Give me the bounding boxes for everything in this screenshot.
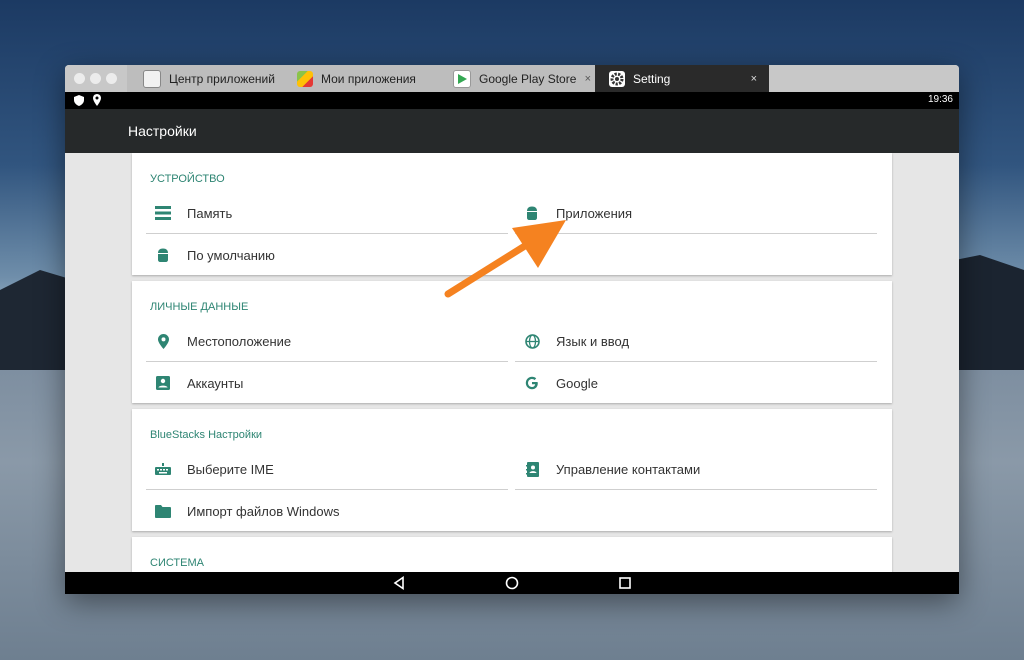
- settings-item-language[interactable]: Язык и ввод: [515, 320, 877, 362]
- app-bar: Настройки: [65, 109, 959, 153]
- item-label: Язык и ввод: [556, 333, 630, 349]
- tab-label: Мои приложения: [321, 71, 416, 86]
- section-header: УСТРОЙСТВО: [150, 173, 225, 185]
- bluestacks-icon: [297, 70, 313, 87]
- android-nav-bar: [65, 572, 959, 594]
- tab-label: Setting: [633, 71, 671, 86]
- section-header: ЛИЧНЫЕ ДАННЫЕ: [150, 301, 249, 313]
- storage-icon: [154, 204, 172, 222]
- bluestacks-window: Центр приложений Мои приложения Google P…: [65, 65, 959, 594]
- section-system: СИСТЕМА: [132, 537, 892, 572]
- settings-item-ime[interactable]: Выберите IME: [146, 448, 508, 490]
- divider: [515, 489, 877, 490]
- location-pin-icon: [154, 332, 172, 350]
- back-icon[interactable]: [392, 576, 406, 590]
- globe-icon: [523, 332, 541, 350]
- play-store-icon: [453, 69, 471, 88]
- tab-label: Центр приложений: [169, 71, 275, 86]
- item-label: Google: [556, 375, 598, 391]
- page-title: Настройки: [128, 123, 197, 139]
- item-label: Память: [187, 205, 233, 221]
- item-label: Импорт файлов Windows: [187, 503, 340, 519]
- android-icon: [154, 246, 172, 264]
- contacts-icon: [523, 460, 541, 478]
- item-label: Местоположение: [187, 333, 292, 349]
- account-box-icon: [154, 374, 172, 392]
- tab-label: Google Play Store: [479, 71, 577, 86]
- orange-pointer-arrow: [444, 220, 566, 298]
- settings-item-contacts[interactable]: Управление контактами: [515, 448, 877, 490]
- folder-icon: [154, 502, 172, 520]
- app-center-icon: [143, 69, 161, 88]
- shield-icon: [74, 95, 84, 106]
- item-label: Аккаунты: [187, 375, 244, 391]
- window-close-dot[interactable]: [74, 73, 85, 84]
- recents-icon[interactable]: [618, 576, 632, 590]
- settings-item-google[interactable]: Google: [515, 362, 877, 404]
- close-icon[interactable]: ×: [585, 73, 591, 85]
- keyboard-icon: [154, 460, 172, 478]
- section-bluestacks: BlueStacks Настройки Выберите IME Управл…: [132, 409, 892, 531]
- location-pin-icon: [93, 94, 101, 106]
- tab-google-play[interactable]: Google Play Store ×: [439, 65, 603, 92]
- gear-icon: [609, 70, 625, 87]
- item-label: Управление контактами: [556, 461, 701, 477]
- item-label: По умолчанию: [187, 247, 275, 263]
- window-zoom-dot[interactable]: [106, 73, 117, 84]
- section-header: СИСТЕМА: [150, 557, 204, 569]
- home-icon[interactable]: [505, 576, 519, 590]
- close-icon[interactable]: ×: [751, 73, 757, 85]
- settings-item-accounts[interactable]: Аккаунты: [146, 362, 508, 404]
- android-status-bar: 19:36: [65, 92, 959, 109]
- tab-setting[interactable]: Setting ×: [595, 65, 769, 92]
- settings-item-import-windows[interactable]: Импорт файлов Windows: [146, 490, 508, 532]
- item-label: Выберите IME: [187, 461, 274, 477]
- tab-app-center[interactable]: Центр приложений: [127, 65, 295, 92]
- section-header: BlueStacks Настройки: [150, 429, 263, 441]
- google-g-icon: [523, 374, 541, 392]
- window-minimize-dot[interactable]: [90, 73, 101, 84]
- tab-bar: Центр приложений Мои приложения Google P…: [65, 65, 959, 92]
- status-clock: 19:36: [927, 94, 953, 105]
- tab-my-apps[interactable]: Мои приложения: [285, 65, 445, 92]
- settings-item-location[interactable]: Местоположение: [146, 320, 508, 362]
